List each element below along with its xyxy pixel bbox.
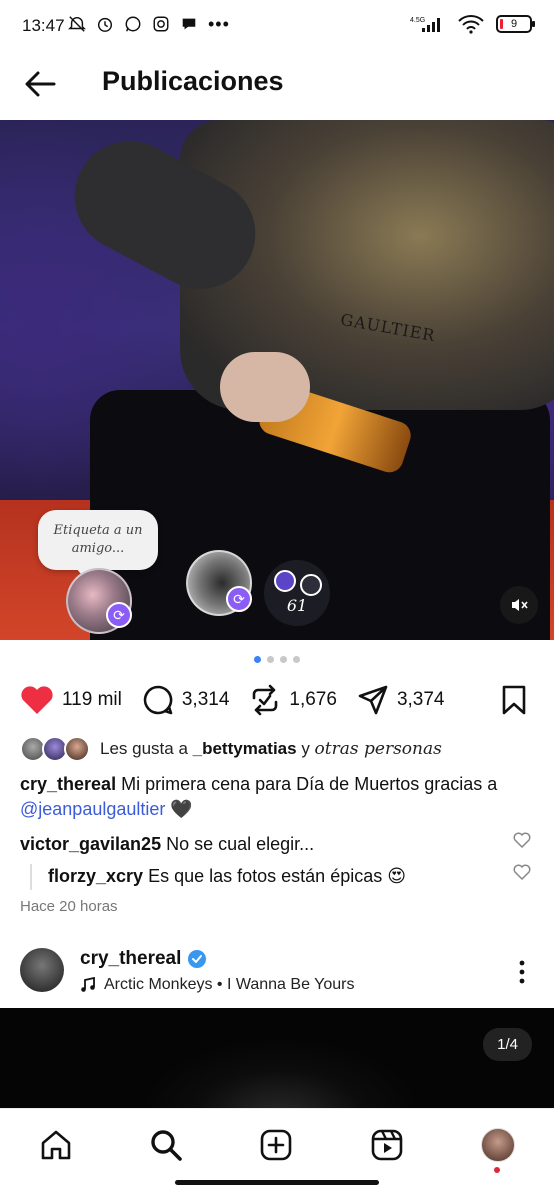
repost-badge-icon: ⟳ xyxy=(106,602,132,628)
status-time: 13:47 xyxy=(22,16,65,35)
nav-home[interactable] xyxy=(38,1127,74,1163)
repost-icon xyxy=(253,684,278,716)
bookmark-icon[interactable] xyxy=(498,684,530,716)
mini-avatar xyxy=(300,574,322,596)
music-info[interactable]: Arctic Monkeys • I Wanna Be Yours xyxy=(80,976,354,994)
nav-create[interactable] xyxy=(258,1127,294,1163)
liked-by-username[interactable]: _bettymatias xyxy=(193,739,297,758)
network-label: 4.5G xyxy=(410,17,425,24)
repost-count: 1,676 xyxy=(289,689,337,710)
repost-badge-icon: ⟳ xyxy=(226,586,252,612)
post-timestamp: Hace 20 horas xyxy=(20,898,118,915)
next-post-header: cry_thereal Arctic Monkeys • I Wanna Be … xyxy=(0,944,554,1004)
heart-filled-icon xyxy=(21,686,53,714)
next-post-username[interactable]: cry_thereal xyxy=(80,948,181,970)
nav-profile[interactable] xyxy=(480,1127,516,1163)
reposters-count: 61 xyxy=(286,596,308,615)
battery-icon: 9 xyxy=(496,15,535,33)
comment-username[interactable]: victor_gavilan25 xyxy=(20,834,161,854)
status-bar: 13:47 ••• 4.5G 9 xyxy=(0,0,554,52)
mini-avatar xyxy=(274,570,296,592)
top-header: Publicaciones xyxy=(0,52,554,118)
carousel-dot xyxy=(267,656,274,663)
nav-search[interactable] xyxy=(148,1127,184,1163)
liked-by-others[interactable]: otras personas xyxy=(315,739,442,759)
page-title: Publicaciones xyxy=(102,66,284,96)
caption-emoji: 🖤 xyxy=(170,799,193,819)
status-icons-left: ••• xyxy=(68,15,230,33)
liked-by-text: Les gusta a _bettymatias y otras persona… xyxy=(100,739,442,759)
reposters-counter[interactable]: 61 xyxy=(264,560,330,626)
add-post-icon xyxy=(260,1129,292,1161)
comment-button[interactable]: 3,314 xyxy=(142,684,230,716)
post-actions: 119 mil 3,314 1,676 3,374 xyxy=(20,680,534,720)
status-icons-right: 4.5G 9 xyxy=(410,14,535,34)
liked-by-prefix: Les gusta a xyxy=(100,739,188,758)
home-indicator[interactable] xyxy=(175,1180,379,1185)
comment-icon xyxy=(143,685,173,715)
comment-item: victor_gavilan25 No se cual elegir... xyxy=(20,834,514,855)
comment-text: No se cual elegir... xyxy=(166,834,315,854)
instagram-icon xyxy=(153,16,169,32)
comment-count: 3,314 xyxy=(181,689,230,710)
carousel-dot xyxy=(254,656,261,663)
carousel-indicator xyxy=(254,656,300,663)
like-button[interactable]: 119 mil xyxy=(20,685,122,715)
wifi-icon xyxy=(458,15,484,34)
nav-reels[interactable] xyxy=(369,1127,405,1163)
signal-icon: 4.5G xyxy=(410,17,440,32)
mute-icon xyxy=(68,16,86,32)
post-caption: cry_thereal Mi primera cena para Día de … xyxy=(20,772,534,822)
battery-level: 9 xyxy=(510,18,518,30)
avatar[interactable] xyxy=(20,948,64,992)
back-arrow-icon[interactable] xyxy=(20,64,60,104)
next-post-image[interactable]: 1/4 xyxy=(0,1008,554,1108)
avatar xyxy=(64,736,90,762)
share-count: 3,374 xyxy=(396,689,445,710)
next-post-user[interactable]: cry_thereal xyxy=(80,948,207,970)
liked-by-avatars xyxy=(20,736,92,762)
share-button[interactable]: 3,374 xyxy=(357,684,445,716)
carousel-dot xyxy=(280,656,287,663)
figure-hand xyxy=(220,352,310,422)
comment-item: florzy_xcry Es que las fotos están épica… xyxy=(48,866,514,887)
more-dots-icon: ••• xyxy=(208,14,230,34)
liked-by-joiner: y xyxy=(301,739,310,758)
notification-dot xyxy=(494,1167,500,1173)
music-note-icon xyxy=(81,977,95,992)
send-icon xyxy=(358,685,388,715)
bottom-navigation xyxy=(0,1108,554,1200)
comment-like-icon[interactable] xyxy=(512,830,532,850)
speaker-muted-icon xyxy=(512,599,528,611)
comment-like-icon[interactable] xyxy=(512,862,532,882)
profile-avatar xyxy=(481,1128,515,1162)
carousel-dot xyxy=(293,656,300,663)
liked-by-row[interactable]: Les gusta a _bettymatias y otras persona… xyxy=(20,736,442,762)
home-icon xyxy=(41,1130,71,1160)
chat-icon xyxy=(182,18,196,30)
tag-friend-bubble[interactable]: Etiqueta a un amigo... xyxy=(38,510,158,580)
post-image[interactable]: GAULTIER Etiqueta a un amigo... ⟳ ⟳ 61 xyxy=(0,120,554,640)
more-options-icon[interactable] xyxy=(512,958,532,986)
reply-thread-line xyxy=(30,864,32,890)
caption-username[interactable]: cry_thereal xyxy=(20,774,116,794)
whatsapp-icon xyxy=(125,16,141,32)
alarm-icon xyxy=(97,17,113,32)
caption-text: Mi primera cena para Día de Muertos grac… xyxy=(121,774,498,794)
music-label: Arctic Monkeys • I Wanna Be Yours xyxy=(104,976,355,993)
comment-username[interactable]: florzy_xcry xyxy=(48,866,143,886)
search-icon xyxy=(151,1130,182,1161)
reels-icon xyxy=(371,1129,403,1161)
comment-text: Es que las fotos están épicas 😍 xyxy=(148,866,406,886)
caption-mention-link[interactable]: @jeanpaulgaultier xyxy=(20,799,165,819)
mute-toggle-button[interactable] xyxy=(500,586,538,624)
like-count: 119 mil xyxy=(62,689,122,710)
carousel-pager: 1/4 xyxy=(483,1028,532,1061)
repost-button[interactable]: 1,676 xyxy=(249,684,337,716)
verified-badge-icon xyxy=(188,950,207,968)
